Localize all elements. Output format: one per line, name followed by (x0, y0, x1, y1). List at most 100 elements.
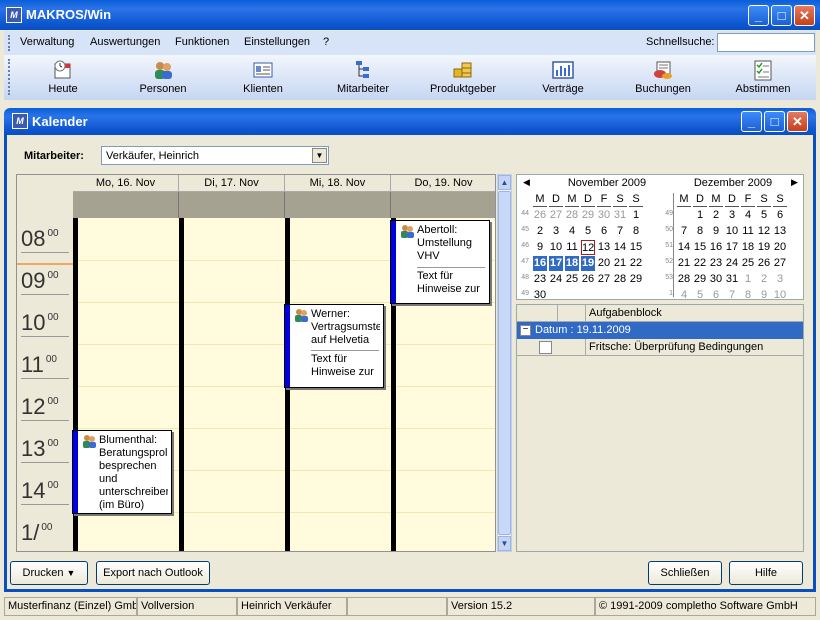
calendar-day[interactable]: 27 (549, 208, 563, 223)
calendar-day[interactable]: 6 (709, 288, 723, 303)
calendar-day[interactable]: 12 (757, 224, 771, 239)
calendar-day[interactable]: 14 (613, 240, 627, 255)
calendar-day[interactable]: 19 (581, 256, 595, 271)
close-calendar-button[interactable]: Schließen (648, 561, 722, 585)
all-day-row[interactable] (285, 192, 391, 218)
calendar-day[interactable]: 9 (533, 240, 547, 255)
all-day-row[interactable] (179, 192, 285, 218)
calendar-day[interactable]: 3 (773, 272, 787, 287)
toolbar-abstimmen-button[interactable]: Abstimmen (723, 57, 803, 95)
calendar-day[interactable]: 17 (725, 240, 739, 255)
calendar-day[interactable]: 7 (677, 224, 691, 239)
toolbar-produktgeber-button[interactable]: Produktgeber (423, 57, 503, 95)
calendar-day[interactable]: 28 (565, 208, 579, 223)
calendar-day[interactable]: 15 (629, 240, 643, 255)
mini-calendar-grid[interactable]: M D M D F S S 44 26 27 28 29 30 31 1 45 2 3 4 5 6 7 8 46 9 10 11 12… (517, 175, 803, 301)
scroll-thumb[interactable] (498, 191, 511, 535)
appointment[interactable]: Blumenthal: Beratungsprol besprechen und… (72, 430, 172, 514)
print-button[interactable]: Drucken ▼ (10, 561, 88, 585)
calendar-day[interactable]: 2 (757, 272, 771, 287)
calendar-day[interactable]: 9 (709, 224, 723, 239)
menu-auswertungen[interactable]: Auswertungen (90, 36, 160, 48)
calendar-day[interactable]: 29 (581, 208, 595, 223)
calendar-day[interactable]: 24 (725, 256, 739, 271)
day-header[interactable]: Mo, 16. Nov (73, 175, 179, 192)
day-column[interactable] (179, 218, 285, 551)
calendar-day[interactable]: 31 (725, 272, 739, 287)
calendar-day[interactable]: 1 (741, 272, 755, 287)
calendar-day[interactable]: 21 (677, 256, 691, 271)
calendar-day[interactable]: 27 (773, 256, 787, 271)
calendar-day[interactable]: 28 (613, 272, 627, 287)
menu-help[interactable]: ? (323, 36, 329, 48)
calendar-day[interactable]: 25 (565, 272, 579, 287)
task-group-row[interactable]: − Datum : 19.11.2009 (517, 322, 803, 339)
menu-funktionen[interactable]: Funktionen (175, 36, 229, 48)
calendar-day[interactable]: 22 (629, 256, 643, 271)
task-column-header[interactable]: Aufgabenblock (589, 307, 662, 319)
calendar-day[interactable]: 11 (741, 224, 755, 239)
calendar-day[interactable]: 23 (709, 256, 723, 271)
calendar-day[interactable]: 8 (741, 288, 755, 303)
calendar-day[interactable]: 30 (709, 272, 723, 287)
calendar-day[interactable]: 7 (725, 288, 739, 303)
toolbar-personen-button[interactable]: Personen (123, 57, 203, 95)
employee-select[interactable]: Verkäufer, Heinrich ▼ (101, 146, 329, 165)
calendar-day[interactable]: 16 (709, 240, 723, 255)
calendar-day[interactable]: 29 (629, 272, 643, 287)
toolbar-mitarbeiter-button[interactable]: Mitarbeiter (323, 57, 403, 95)
calendar-day[interactable]: 8 (693, 224, 707, 239)
calendar-day[interactable]: 23 (533, 272, 547, 287)
menu-einstellungen[interactable]: Einstellungen (244, 36, 310, 48)
calendar-day[interactable]: 29 (693, 272, 707, 287)
calendar-day[interactable]: 6 (597, 224, 611, 239)
calendar-day[interactable]: 28 (677, 272, 691, 287)
task-row[interactable]: Fritsche: Überprüfung Bedingungen (517, 339, 803, 356)
calendar-day[interactable]: 26 (757, 256, 771, 271)
day-header[interactable]: Di, 17. Nov (179, 175, 285, 192)
calendar-close-button[interactable]: ✕ (787, 111, 808, 132)
toolbar-klienten-button[interactable]: Klienten (223, 57, 303, 95)
calendar-day[interactable]: 5 (757, 208, 771, 223)
calendar-day[interactable]: 5 (581, 224, 595, 239)
calendar-day[interactable]: 24 (549, 272, 563, 287)
calendar-day[interactable]: 17 (549, 256, 563, 271)
calendar-day[interactable]: 22 (693, 256, 707, 271)
calendar-day[interactable]: 1 (629, 208, 643, 223)
calendar-scrollbar[interactable]: ▲ ▼ (497, 174, 512, 552)
calendar-day[interactable]: 13 (597, 240, 611, 255)
day-header[interactable]: Mi, 18. Nov (285, 175, 391, 192)
calendar-day[interactable]: 13 (773, 224, 787, 239)
calendar-day[interactable]: 4 (741, 208, 755, 223)
calendar-day[interactable]: 20 (773, 240, 787, 255)
calendar-day[interactable]: 3 (549, 224, 563, 239)
chevron-down-icon[interactable]: ▼ (312, 148, 327, 163)
calendar-day[interactable]: 30 (597, 208, 611, 223)
calendar-day[interactable]: 1 (693, 208, 707, 223)
calendar-day[interactable]: 2 (533, 224, 547, 239)
calendar-day[interactable]: 31 (613, 208, 627, 223)
calendar-day[interactable]: 7 (613, 224, 627, 239)
calendar-day[interactable]: 16 (533, 256, 547, 271)
appointment[interactable]: Werner: Vertragsumstel auf Helvetia Text… (284, 304, 384, 388)
calendar-day[interactable]: 20 (597, 256, 611, 271)
calendar-day[interactable]: 12 (581, 240, 595, 255)
calendar-day[interactable]: 9 (757, 288, 771, 303)
toolbar-vertraege-button[interactable]: Verträge (523, 57, 603, 95)
calendar-day[interactable]: 6 (773, 208, 787, 223)
calendar-day[interactable]: 25 (741, 256, 755, 271)
calendar-day[interactable]: 14 (677, 240, 691, 255)
minimize-button[interactable]: _ (748, 5, 769, 26)
calendar-day[interactable]: 8 (629, 224, 643, 239)
calendar-day[interactable]: 30 (533, 288, 547, 303)
toolbar-heute-button[interactable]: Heute (23, 57, 103, 95)
collapse-icon[interactable]: − (520, 325, 531, 336)
close-button[interactable]: ✕ (794, 5, 815, 26)
calendar-day[interactable]: 2 (709, 208, 723, 223)
calendar-day[interactable]: 3 (725, 208, 739, 223)
calendar-day[interactable]: 11 (565, 240, 579, 255)
calendar-day[interactable]: 26 (581, 272, 595, 287)
calendar-day[interactable]: 10 (725, 224, 739, 239)
quicksearch-input[interactable] (717, 33, 815, 52)
calendar-day[interactable]: 15 (693, 240, 707, 255)
